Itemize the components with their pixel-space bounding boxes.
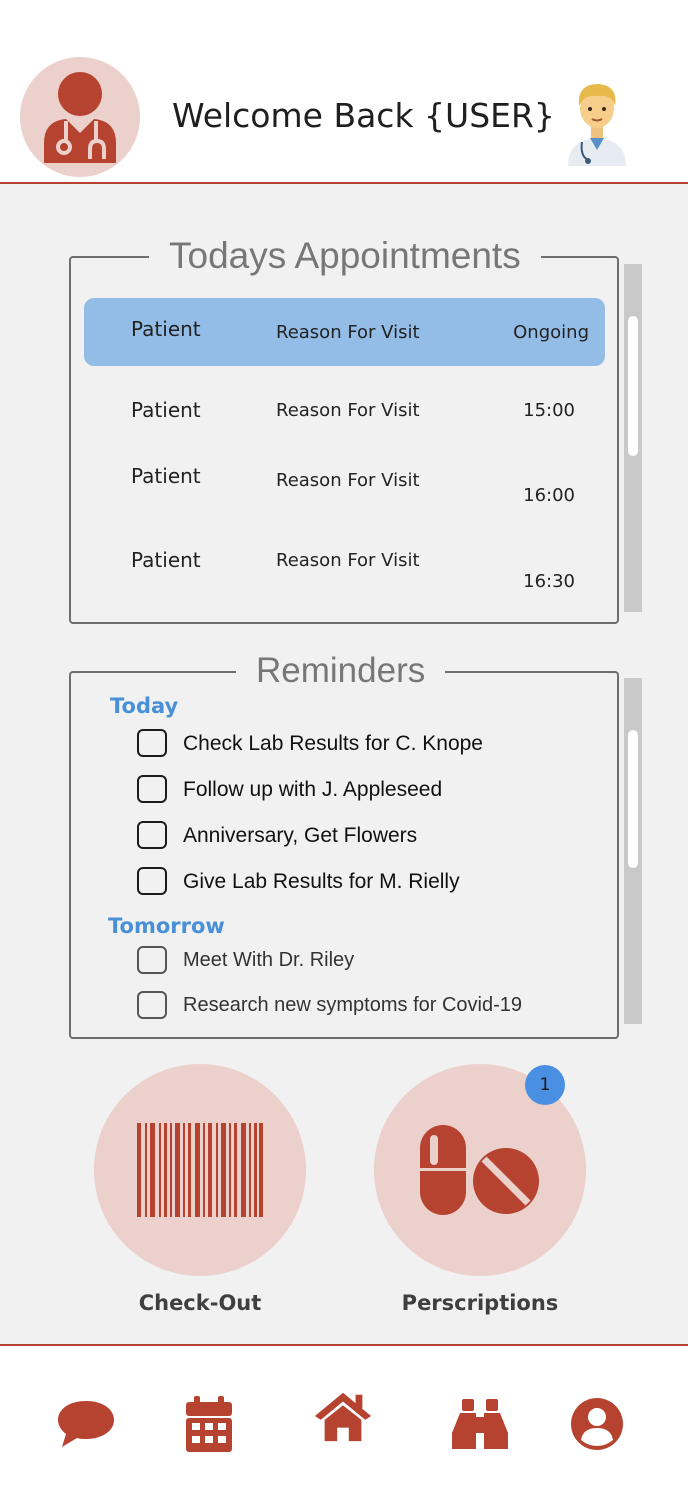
reminder-text: Research new symptoms for Covid-19 — [183, 994, 523, 1016]
pills-icon — [420, 1125, 539, 1215]
checkout-label: Check-Out — [138, 1291, 262, 1315]
prescriptions-label: Perscriptions — [401, 1291, 559, 1315]
app-header: Welcome Back {USER} — [0, 0, 688, 184]
reminder-text: Follow up with J. Appleseed — [183, 778, 443, 801]
checkout-button[interactable] — [94, 1064, 306, 1276]
appointment-patient: Patient — [131, 317, 201, 341]
appointment-time: 16:00 — [523, 485, 575, 506]
nav-search-button[interactable] — [450, 1394, 510, 1454]
binoculars-icon — [452, 1399, 508, 1449]
reminder-checkbox[interactable] — [137, 821, 167, 849]
appointments-scroll-thumb[interactable] — [628, 316, 638, 456]
appointment-patient: Patient — [131, 398, 201, 422]
reminder-text: Give Lab Results for M. Rielly — [183, 870, 460, 893]
home-icon — [314, 1392, 372, 1442]
appointment-row[interactable]: Patient Reason For Visit 16:30 — [84, 536, 605, 604]
reminders-title: Reminders — [236, 651, 446, 691]
nav-profile-button[interactable] — [567, 1394, 627, 1454]
doctor-stethoscope-icon — [44, 72, 116, 163]
reminder-group-today: Today — [110, 694, 179, 718]
appointment-row[interactable]: Patient Reason For Visit 16:00 — [84, 450, 605, 518]
reminder-checkbox[interactable] — [137, 991, 167, 1019]
barcode-icon — [137, 1123, 263, 1217]
reminder-text: Anniversary, Get Flowers — [183, 824, 418, 847]
appointment-reason: Reason For Visit — [276, 470, 420, 491]
appointment-row[interactable]: Patient Reason For Visit 15:00 — [84, 380, 605, 448]
welcome-message: Welcome Back {USER} — [172, 96, 555, 135]
reminder-checkbox[interactable] — [137, 946, 167, 974]
appointment-reason: Reason For Visit — [276, 322, 420, 343]
reminder-checkbox[interactable] — [137, 867, 167, 895]
calendar-icon — [186, 1396, 232, 1452]
chat-bubble-icon — [58, 1401, 114, 1447]
reminders-scroll-thumb[interactable] — [628, 730, 638, 868]
appointment-time: 16:30 — [523, 571, 575, 592]
appointment-row[interactable]: Patient Reason For Visit Ongoing — [84, 298, 605, 366]
appointment-reason: Reason For Visit — [276, 400, 420, 421]
reminder-checkbox[interactable] — [137, 729, 167, 757]
appointment-reason: Reason For Visit — [276, 550, 420, 571]
reminder-text: Check Lab Results for C. Knope — [183, 732, 483, 755]
appointment-time: Ongoing — [513, 322, 589, 343]
nav-calendar-button[interactable] — [179, 1394, 239, 1454]
appointment-patient: Patient — [131, 548, 201, 572]
reminder-text: Meet With Dr. Riley — [183, 949, 355, 971]
appointment-patient: Patient — [131, 464, 201, 488]
prescriptions-badge: 1 — [525, 1065, 565, 1105]
appointments-title: Todays Appointments — [149, 236, 541, 276]
nav-home-button[interactable] — [313, 1386, 373, 1446]
user-profile-icon — [571, 1398, 623, 1450]
nav-chat-button[interactable] — [56, 1394, 116, 1454]
reminders-panel: Reminders — [69, 651, 619, 1039]
bottom-navigation — [0, 1344, 688, 1492]
doctor-avatar[interactable] — [20, 57, 140, 177]
reminder-checkbox[interactable] — [137, 775, 167, 803]
reminder-group-tomorrow: Tomorrow — [108, 914, 225, 938]
man-health-worker-emoji — [568, 84, 626, 166]
appointment-time: 15:00 — [523, 400, 575, 421]
